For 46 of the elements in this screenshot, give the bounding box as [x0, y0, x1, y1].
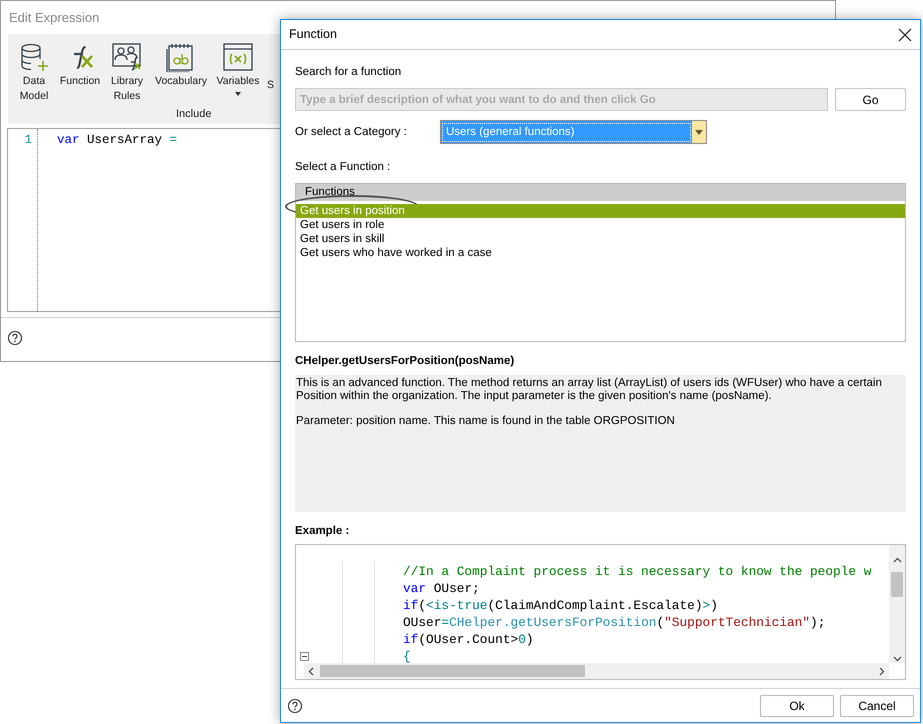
group-label: Include [175, 107, 212, 122]
field-label: Select a Function : [295, 160, 392, 176]
list-item[interactable]: Get users in skill [296, 232, 905, 246]
code-line: var OUser; [403, 580, 481, 597]
toolbar-button[interactable]: Library Rules [103, 40, 151, 104]
vertical-scrollbar[interactable] [889, 545, 905, 663]
help-icon[interactable] [7, 330, 23, 346]
search-field[interactable]: Type a brief description of what you want to do and then click Go [295, 88, 828, 112]
go-button[interactable]: Go [835, 88, 906, 112]
list-item[interactable]: Get users in role [296, 218, 905, 232]
dialog-title: Function [289, 26, 337, 44]
window-title: Edit Expression [9, 8, 100, 27]
toolbar-button[interactable]: Function [57, 40, 103, 89]
scroll-left-icon[interactable] [308, 666, 314, 676]
list-item[interactable]: Get users who have worked in a case [296, 246, 905, 260]
code-line: if(<is-true(ClaimAndComplaint.Escalate)>) [403, 597, 719, 614]
code-line: { [403, 648, 412, 663]
code-line: var UsersArray = [57, 132, 178, 149]
field-label: Or select a Category : [295, 124, 408, 140]
collapse-icon[interactable] [300, 652, 309, 661]
column-header: Functions [296, 184, 905, 200]
horizontal-scrollbar[interactable] [304, 663, 889, 679]
caret-icon [235, 92, 241, 96]
scroll-down-icon[interactable] [892, 656, 902, 662]
scroll-thumb[interactable] [891, 572, 903, 597]
dialog-button[interactable]: Ok [760, 694, 834, 716]
function-signature: CHelper.getUsersForPosition(posName) [295, 354, 516, 368]
description-text: Parameter: position name. This name is found in the table ORGPOSITION [296, 414, 676, 428]
code-line: OUser=CHelper.getUsersForPosition("SupportTechnician"); [403, 614, 826, 631]
close-button[interactable] [898, 28, 912, 42]
code-line: //In a Complaint process it is necessary to know the people w [403, 563, 872, 580]
field-label: Search for a function [295, 65, 402, 80]
code-line: if(OUser.Count>0) [403, 631, 535, 648]
caret-icon [692, 121, 706, 144]
example-label: Example : [295, 524, 350, 539]
scroll-right-icon[interactable] [879, 666, 885, 676]
scroll-up-icon[interactable] [892, 557, 902, 563]
toolbar-button[interactable]: Data Model [11, 40, 57, 104]
toolbar-button[interactable]: Variables [211, 40, 265, 96]
toolbar-button[interactable]: Vocabulary [151, 40, 211, 89]
toolbar-label[interactable]: S [265, 40, 274, 93]
dialog-button[interactable]: Cancel [840, 694, 914, 716]
description-text: This is an advanced function. The method returns an array list (ArrayList) of users ids (WFUser) who have a certain Position within the organization. The input parameter is the given position's name (posName). [296, 376, 883, 403]
help-icon[interactable] [287, 698, 303, 714]
scroll-thumb[interactable] [320, 665, 585, 677]
line-number: 1 [24, 132, 32, 149]
